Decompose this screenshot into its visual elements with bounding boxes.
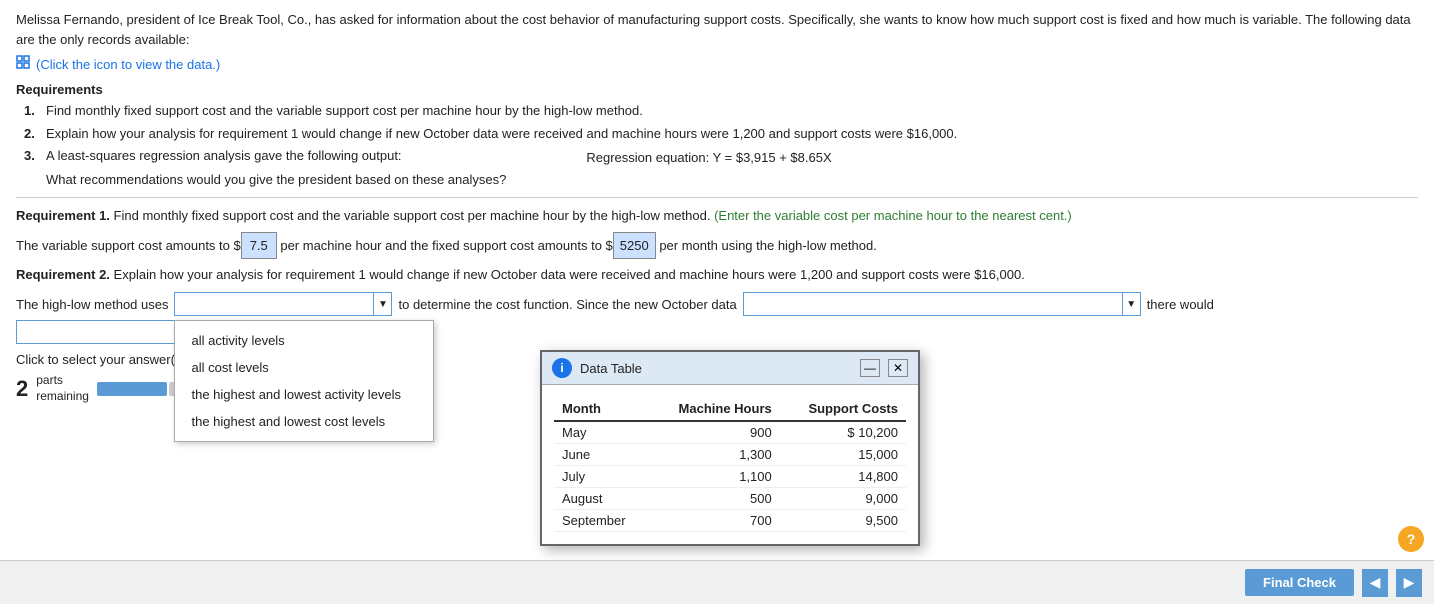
cell-hours: 900 (649, 421, 780, 444)
cell-month: May (554, 421, 649, 444)
req-3-content: A least-squares regression analysis gave… (46, 146, 832, 189)
req1-label: Requirement 1. (16, 208, 110, 223)
cell-hours: 700 (649, 510, 780, 532)
parts-num: 2 (16, 376, 28, 402)
dropdown1-container: ▼ all activity levels all cost levels th… (174, 292, 392, 316)
cell-month: July (554, 466, 649, 488)
high-low-method-row: The high-low method uses ▼ all activity … (16, 292, 1418, 316)
req-num-1: 1. (24, 101, 40, 121)
req1-header: Requirement 1. Find monthly fixed suppor… (16, 206, 1418, 226)
req-item-1: 1. Find monthly fixed support cost and t… (24, 101, 1418, 121)
bottom-bar: Final Check ◀ ▶ (0, 560, 1434, 604)
prev-button[interactable]: ◀ (1362, 569, 1388, 597)
dropdown2-input[interactable] (743, 292, 1123, 316)
modal-info-icon: i (552, 358, 572, 378)
req-text-2: Explain how your analysis for requiremen… (46, 124, 957, 144)
cell-month: June (554, 444, 649, 466)
dropdown2-arrow[interactable]: ▼ (1123, 292, 1141, 316)
main-content: Melissa Fernando, president of Ice Break… (0, 0, 1434, 405)
table-row: July 1,100 14,800 (554, 466, 906, 488)
col-month: Month (554, 397, 649, 421)
req-num-3: 3. (24, 146, 40, 189)
cell-costs: 9,000 (780, 488, 906, 510)
req-item-3: 3. A least-squares regression analysis g… (24, 146, 1418, 189)
cell-costs: 15,000 (780, 444, 906, 466)
variable-pre: The variable support cost amounts to $ (16, 238, 241, 253)
req1-instruction: (Enter the variable cost per machine hou… (714, 208, 1072, 223)
cell-hours: 500 (649, 488, 780, 510)
regression-value: Y = $3,915 + $8.65X (713, 150, 832, 165)
modal-minimize-btn[interactable]: — (860, 359, 880, 377)
variable-value-box: 7.5 (241, 232, 277, 259)
dropdown1-option-4[interactable]: the highest and lowest cost levels (175, 408, 433, 435)
req-3-text: A least-squares regression analysis gave… (46, 146, 506, 166)
table-row: June 1,300 15,000 (554, 444, 906, 466)
req-num-2: 2. (24, 124, 40, 144)
req-text-1: Find monthly fixed support cost and the … (46, 101, 643, 121)
requirements-section: Requirements 1. Find monthly fixed suppo… (16, 82, 1418, 189)
req-item-2: 2. Explain how your analysis for require… (24, 124, 1418, 144)
requirements-title: Requirements (16, 82, 1418, 97)
req-3-left: A least-squares regression analysis gave… (46, 146, 506, 189)
cell-month: August (554, 488, 649, 510)
cell-costs: 9,500 (780, 510, 906, 532)
req2-header: Requirement 2. Explain how your analysis… (16, 265, 1418, 285)
high-low-post: there would (1147, 297, 1214, 312)
dropdown1-arrow[interactable]: ▼ (374, 292, 392, 316)
fixed-value-box: 5250 (613, 232, 656, 259)
modal-header: i Data Table — ✕ (542, 352, 918, 385)
help-button[interactable]: ? (1398, 526, 1424, 552)
table-row: May 900 $ 10,200 (554, 421, 906, 444)
dropdown1-option-1[interactable]: all activity levels (175, 327, 433, 354)
high-low-pre: The high-low method uses (16, 297, 168, 312)
cell-costs: $ 10,200 (780, 421, 906, 444)
section-divider (16, 197, 1418, 198)
variable-mid: per machine hour and the fixed support c… (277, 238, 613, 253)
req2-label: Requirement 2. (16, 267, 110, 282)
dropdown2-container: ▼ (743, 292, 1141, 316)
modal-close-btn[interactable]: ✕ (888, 359, 908, 377)
cell-hours: 1,300 (649, 444, 780, 466)
req1-main-text: Find monthly fixed support cost and the … (114, 208, 711, 223)
dropdown1-input[interactable] (174, 292, 374, 316)
high-low-mid: to determine the cost function. Since th… (398, 297, 736, 312)
data-table: Month Machine Hours Support Costs May 90… (554, 397, 906, 532)
dropdown1-menu: all activity levels all cost levels the … (174, 320, 434, 442)
table-header-row: Month Machine Hours Support Costs (554, 397, 906, 421)
variable-post: per month using the high-low method. (656, 238, 877, 253)
variable-cost-line: The variable support cost amounts to $7.… (16, 232, 1418, 259)
req2-text: Explain how your analysis for requiremen… (114, 267, 1025, 282)
click-icon-link[interactable]: (Click the icon to view the data.) (16, 55, 220, 74)
data-table-modal: i Data Table — ✕ Month Machine Hours Sup… (540, 350, 920, 546)
cell-costs: 14,800 (780, 466, 906, 488)
col-support-costs: Support Costs (780, 397, 906, 421)
table-row: August 500 9,000 (554, 488, 906, 510)
progress-fill (97, 382, 167, 396)
data-table-body: May 900 $ 10,200 June 1,300 15,000 July … (554, 421, 906, 532)
cell-month: September (554, 510, 649, 532)
modal-body: Month Machine Hours Support Costs May 90… (542, 385, 918, 544)
bottom-right: Final Check ◀ ▶ (1245, 569, 1422, 597)
grid-icon (16, 55, 32, 74)
regression-equation: Regression equation: Y = $3,915 + $8.65X (586, 148, 831, 168)
click-icon-label: (Click the icon to view the data.) (36, 57, 220, 72)
req-3-row: A least-squares regression analysis gave… (46, 146, 832, 189)
dropdown1-option-3[interactable]: the highest and lowest activity levels (175, 381, 433, 408)
parts-label: parts remaining (36, 373, 89, 404)
intro-text: Melissa Fernando, president of Ice Break… (16, 10, 1418, 49)
cell-hours: 1,100 (649, 466, 780, 488)
dropdown1-option-2[interactable]: all cost levels (175, 354, 433, 381)
modal-title: Data Table (580, 361, 852, 376)
regression-label: Regression equation: (586, 150, 709, 165)
req-list: 1. Find monthly fixed support cost and t… (16, 101, 1418, 189)
table-row: September 700 9,500 (554, 510, 906, 532)
final-check-button[interactable]: Final Check (1245, 569, 1354, 596)
next-button[interactable]: ▶ (1396, 569, 1422, 597)
col-machine-hours: Machine Hours (649, 397, 780, 421)
req-3-sub: What recommendations would you give the … (46, 170, 506, 190)
